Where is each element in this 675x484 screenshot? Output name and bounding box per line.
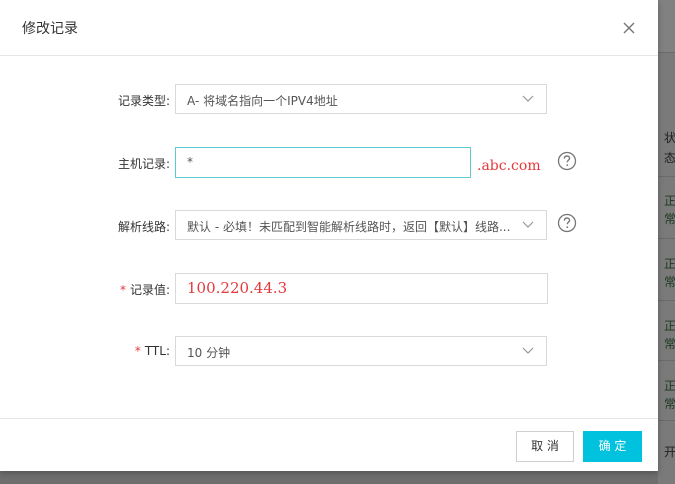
host-record-label: 主机记录: (117, 157, 170, 171)
ttl-value: 10 分钟 (187, 346, 231, 360)
required-mark: * (119, 283, 126, 297)
record-type-select[interactable]: A- 将域名指向一个IPV4地址 (175, 84, 547, 114)
record-value-input[interactable]: 100.220.44.3 (175, 273, 548, 304)
ttl-select[interactable]: 10 分钟 (175, 336, 547, 366)
dialog-footer: 取 消 确 定 (0, 418, 658, 472)
host-record-value: * (187, 155, 193, 169)
record-type-value: A- 将域名指向一个IPV4地址 (187, 94, 338, 108)
ttl-label-wrap: * TTL: (135, 344, 170, 358)
host-record-input[interactable]: * (175, 147, 471, 178)
chevron-down-icon (522, 95, 534, 102)
record-type-label: 记录类型: (117, 94, 170, 108)
background-text: 开 (664, 445, 675, 459)
resolution-line-value: 默认 - 必填！未匹配到智能解析线路时，返回【默认】线路... (187, 220, 511, 234)
background-row (658, 180, 675, 239)
background-header-strip (658, 0, 675, 53)
confirm-button[interactable]: 确 定 (583, 431, 642, 462)
help-icon[interactable] (557, 151, 577, 171)
cancel-button[interactable]: 取 消 (516, 431, 574, 462)
background-table-edge: 状 态 正 常 正 常 正 常 正 常 开 (658, 0, 675, 484)
background-row (658, 362, 675, 421)
ttl-label: TTL: (144, 344, 170, 358)
chevron-down-icon (522, 347, 534, 354)
record-value-label: 记录值: (129, 283, 170, 297)
dialog-title: 修改记录 (22, 21, 78, 37)
resolution-line-label: 解析线路: (117, 220, 170, 234)
background-row (658, 302, 675, 361)
background-row (658, 242, 675, 301)
close-icon[interactable] (621, 20, 637, 36)
required-mark: * (134, 344, 141, 358)
edit-record-dialog: 修改记录 记录类型: A- 将域名指向一个IPV4地址 主机记录: * .abc… (0, 0, 658, 471)
background-row (658, 118, 675, 177)
domain-suffix: .abc.com (477, 158, 541, 174)
resolution-line-select[interactable]: 默认 - 必填！未匹配到智能解析线路时，返回【默认】线路... (175, 210, 547, 240)
help-icon[interactable] (557, 213, 577, 233)
dialog-header: 修改记录 (0, 0, 658, 56)
record-value-label-wrap: * 记录值: (120, 281, 170, 298)
record-value-value: 100.220.44.3 (187, 279, 288, 297)
chevron-down-icon (522, 221, 534, 228)
